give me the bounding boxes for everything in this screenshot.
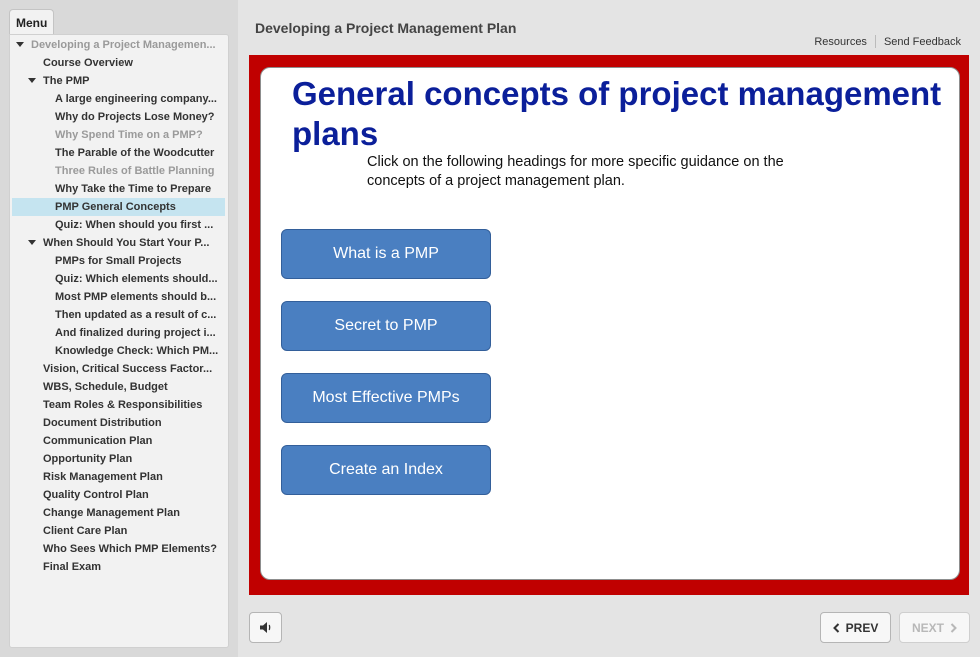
menu-item-label: Knowledge Check: Which PM...	[55, 345, 219, 357]
menu-item[interactable]: Course Overview	[10, 54, 228, 72]
slide-canvas: General concepts of project management p…	[260, 67, 960, 580]
menu-item[interactable]: Client Care Plan	[10, 522, 228, 540]
menu-section[interactable]: Developing a Project Managemen...	[10, 36, 228, 54]
menu-item-label: Then updated as a result of c...	[55, 309, 217, 321]
menu-item[interactable]: Final Exam	[10, 558, 228, 576]
menu-item[interactable]: Communication Plan	[10, 432, 228, 450]
menu-item-label: Vision, Critical Success Factor...	[43, 363, 213, 375]
menu-section[interactable]: The PMP	[10, 72, 228, 90]
slide-title: General concepts of project management p…	[292, 75, 942, 152]
menu-item[interactable]: The Parable of the Woodcutter	[10, 144, 228, 162]
menu-item-label: Course Overview	[43, 57, 133, 69]
slide-stage: General concepts of project management p…	[249, 55, 969, 595]
menu-item[interactable]: Opportunity Plan	[10, 450, 228, 468]
menu-item-label: Communication Plan	[43, 435, 153, 447]
menu-item[interactable]: Document Distribution	[10, 414, 228, 432]
menu-item-label: WBS, Schedule, Budget	[43, 381, 168, 393]
menu-item-label: PMP General Concepts	[55, 201, 176, 213]
menu-item-label: Three Rules of Battle Planning	[55, 165, 215, 177]
expand-triangle-icon[interactable]	[16, 42, 24, 47]
what-is-a-pmp-button[interactable]: What is a PMP	[281, 229, 491, 279]
menu-item[interactable]: Team Roles & Responsibilities	[10, 396, 228, 414]
sidebar: Menu Developing a Project Managemen... Co…	[0, 0, 238, 657]
menu-item-label: Final Exam	[43, 561, 102, 573]
menu-item-label: The Parable of the Woodcutter	[55, 147, 215, 159]
menu-item[interactable]: Most PMP elements should b...	[10, 288, 228, 306]
menu-item[interactable]: Then updated as a result of c...	[10, 306, 228, 324]
chevron-left-icon	[832, 622, 839, 633]
audio-button[interactable]	[249, 612, 282, 643]
menu-item-label: A large engineering company...	[55, 93, 217, 105]
menu-item-label: And finalized during project i...	[55, 327, 216, 339]
menu-item[interactable]: Risk Management Plan	[10, 468, 228, 486]
chevron-right-icon	[950, 622, 957, 633]
speaker-icon	[259, 622, 270, 633]
prev-label: PREV	[845, 620, 879, 635]
menu-item[interactable]: Change Management Plan	[10, 504, 228, 522]
next-button[interactable]: NEXT	[899, 612, 970, 643]
menu-item[interactable]: Knowledge Check: Which PM...	[10, 342, 228, 360]
slide-instructions: Click on the following headings for more…	[367, 154, 784, 189]
menu-item-label: The PMP	[43, 75, 90, 87]
menu-item-label: Who Sees Which PMP Elements?	[43, 543, 217, 555]
expand-triangle-icon[interactable]	[28, 78, 36, 83]
menu-item-label: Why do Projects Lose Money?	[55, 111, 215, 123]
main-content: Developing a Project Management Plan Res…	[238, 0, 980, 657]
menu-section[interactable]: When Should You Start Your P...	[10, 234, 228, 252]
menu-item-label: Opportunity Plan	[43, 453, 133, 465]
menu-item[interactable]: A large engineering company...	[10, 90, 228, 108]
next-label: NEXT	[911, 620, 944, 635]
menu-panel: Developing a Project Managemen... Course …	[9, 34, 229, 648]
menu-item-label: Developing a Project Managemen...	[31, 39, 216, 51]
menu-item-label: Client Care Plan	[43, 525, 128, 537]
menu-item[interactable]: Quiz: Which elements should...	[10, 270, 228, 288]
menu-item[interactable]: And finalized during project i...	[10, 324, 228, 342]
menu-item[interactable]: Vision, Critical Success Factor...	[10, 360, 228, 378]
link-divider	[874, 35, 876, 48]
most-effective-pmps-button[interactable]: Most Effective PMPs	[281, 373, 491, 423]
menu-item[interactable]: Why Spend Time on a PMP?	[10, 126, 228, 144]
menu-item-label: Quality Control Plan	[43, 489, 149, 501]
menu-item-label: Why Spend Time on a PMP?	[55, 129, 203, 141]
menu-item-label: When Should You Start Your P...	[43, 237, 210, 249]
menu-item-label: PMPs for Small Projects	[55, 255, 182, 267]
menu-item-label: Quiz: When should you first ...	[55, 219, 214, 231]
menu-list: Developing a Project Managemen... Course …	[10, 35, 228, 576]
resources-link[interactable]: Resources	[814, 36, 867, 48]
menu-item[interactable]: Who Sees Which PMP Elements?	[10, 540, 228, 558]
create-an-index-button[interactable]: Create an Index	[281, 445, 491, 495]
top-links: Resources Send Feedback	[814, 35, 961, 48]
menu-item[interactable]: Quiz: When should you first ...	[10, 216, 228, 234]
menu-item-label: Risk Management Plan	[43, 471, 163, 483]
menu-item-label: Team Roles & Responsibilities	[43, 399, 203, 411]
menu-tab[interactable]: Menu	[9, 9, 54, 35]
menu-item-label: Document Distribution	[43, 417, 162, 429]
menu-item[interactable]: PMPs for Small Projects	[10, 252, 228, 270]
secret-to-pmp-button[interactable]: Secret to PMP	[281, 301, 491, 351]
menu-item-label: Why Take the Time to Prepare	[55, 183, 212, 195]
menu-item[interactable]: Why do Projects Lose Money?	[10, 108, 228, 126]
menu-item[interactable]: PMP General Concepts	[12, 198, 225, 216]
send-feedback-link[interactable]: Send Feedback	[884, 36, 961, 48]
expand-triangle-icon[interactable]	[28, 240, 36, 245]
menu-item-label: Quiz: Which elements should...	[55, 273, 218, 285]
course-title: Developing a Project Management Plan	[255, 20, 517, 36]
menu-item[interactable]: Quality Control Plan	[10, 486, 228, 504]
menu-item-label: Most PMP elements should b...	[55, 291, 217, 303]
menu-item-label: Change Management Plan	[43, 507, 180, 519]
menu-item[interactable]: Three Rules of Battle Planning	[10, 162, 228, 180]
menu-item[interactable]: WBS, Schedule, Budget	[10, 378, 228, 396]
prev-button[interactable]: PREV	[820, 612, 891, 643]
menu-item[interactable]: Why Take the Time to Prepare	[10, 180, 228, 198]
